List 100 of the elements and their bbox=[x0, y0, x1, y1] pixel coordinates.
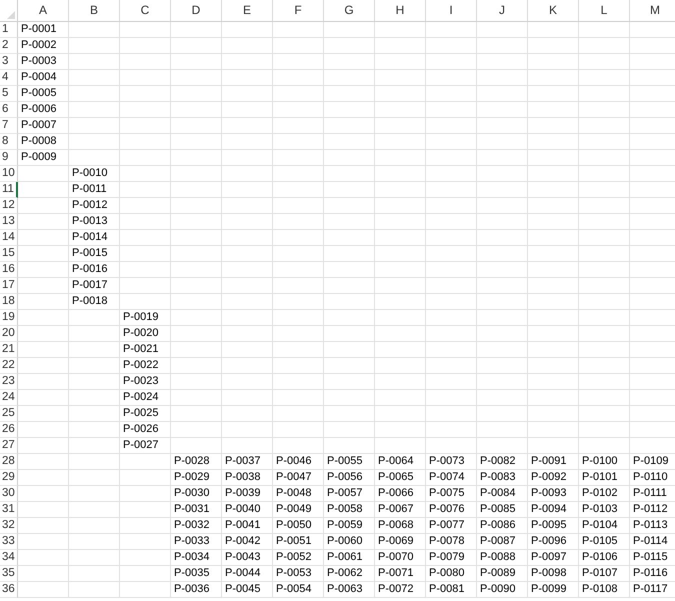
row-header[interactable]: 25 bbox=[0, 406, 18, 422]
row-header[interactable]: 24 bbox=[0, 390, 18, 406]
row-header[interactable]: 19 bbox=[0, 310, 18, 326]
row-header[interactable]: 11 bbox=[0, 182, 18, 198]
row-header[interactable]: 6 bbox=[0, 102, 18, 118]
row-header[interactable]: 12 bbox=[0, 198, 18, 214]
cell-value: P-0042 bbox=[225, 535, 260, 547]
row-header[interactable]: 14 bbox=[0, 230, 18, 246]
row-header[interactable]: 13 bbox=[0, 214, 18, 230]
row-header[interactable]: 31 bbox=[0, 502, 18, 518]
cell-value: P-0081 bbox=[429, 583, 464, 595]
cell-value: P-0028 bbox=[174, 455, 210, 467]
cell-value: P-0061 bbox=[327, 551, 362, 563]
cell-value: P-0019 bbox=[123, 311, 158, 323]
cell-value: P-0099 bbox=[531, 583, 566, 595]
column-header[interactable]: A bbox=[18, 0, 69, 21]
column-header[interactable]: I bbox=[426, 0, 477, 21]
cell-value: P-0095 bbox=[531, 519, 566, 531]
row-header[interactable]: 4 bbox=[0, 70, 18, 86]
cell-value: P-0002 bbox=[21, 39, 56, 51]
cell-value: P-0111 bbox=[633, 487, 667, 499]
cell-value: P-0080 bbox=[429, 567, 464, 579]
cell-value: P-0056 bbox=[327, 471, 362, 483]
row-header[interactable]: 5 bbox=[0, 86, 18, 102]
cell-value: P-0084 bbox=[480, 487, 516, 499]
column-header[interactable]: F bbox=[273, 0, 324, 21]
row-header[interactable]: 20 bbox=[0, 326, 18, 342]
cell-value: P-0078 bbox=[429, 535, 464, 547]
cell-value: P-0064 bbox=[378, 455, 414, 467]
cell-value: P-0069 bbox=[378, 535, 414, 547]
cell-value: P-0068 bbox=[378, 519, 414, 531]
row-header[interactable]: 17 bbox=[0, 278, 18, 294]
row-header[interactable]: 36 bbox=[0, 582, 18, 598]
row-header[interactable]: 10 bbox=[0, 166, 18, 182]
cell-value: P-0032 bbox=[174, 519, 210, 531]
column-header[interactable]: C bbox=[120, 0, 171, 21]
cell-value: P-0043 bbox=[225, 551, 260, 563]
row-header[interactable]: 18 bbox=[0, 294, 18, 310]
row-header[interactable]: 28 bbox=[0, 454, 18, 470]
cell-value: P-0009 bbox=[21, 151, 56, 163]
row-header[interactable]: 16 bbox=[0, 262, 18, 278]
cell-value: P-0100 bbox=[582, 455, 618, 467]
column-header[interactable]: M bbox=[630, 0, 675, 21]
cell-value: P-0016 bbox=[72, 263, 108, 275]
cell-value: P-0107 bbox=[582, 567, 618, 579]
row-header[interactable]: 35 bbox=[0, 566, 18, 582]
cell-value: P-0033 bbox=[174, 535, 210, 547]
cell-value: P-0049 bbox=[276, 503, 312, 515]
cell-value: P-0027 bbox=[123, 439, 158, 451]
cell-value: P-0029 bbox=[174, 471, 210, 483]
row-header[interactable]: 1 bbox=[0, 22, 18, 38]
row-header[interactable]: 2 bbox=[0, 38, 18, 54]
cell-value: P-0060 bbox=[327, 535, 362, 547]
column-header[interactable]: B bbox=[69, 0, 120, 21]
column-header[interactable]: J bbox=[477, 0, 528, 21]
cell-value: P-0005 bbox=[21, 87, 56, 99]
cell-value: P-0034 bbox=[174, 551, 210, 563]
cell-value: P-0067 bbox=[378, 503, 414, 515]
cell-value: P-0026 bbox=[123, 423, 158, 435]
cell-value: P-0046 bbox=[276, 455, 312, 467]
row-header[interactable]: 33 bbox=[0, 534, 18, 550]
cell-value: P-0013 bbox=[72, 215, 108, 227]
cell-value: P-0109 bbox=[633, 455, 668, 467]
cell-value: P-0017 bbox=[72, 279, 108, 291]
cell-value: P-0014 bbox=[72, 231, 108, 243]
row-header[interactable]: 7 bbox=[0, 118, 18, 134]
cell-value: P-0096 bbox=[531, 535, 566, 547]
row-header[interactable]: 9 bbox=[0, 150, 18, 166]
row-header[interactable]: 22 bbox=[0, 358, 18, 374]
column-header[interactable]: D bbox=[171, 0, 222, 21]
row-header[interactable]: 3 bbox=[0, 54, 18, 70]
row-header[interactable]: 32 bbox=[0, 518, 18, 534]
cell-value: P-0003 bbox=[21, 55, 56, 67]
row-header[interactable]: 34 bbox=[0, 550, 18, 566]
column-header[interactable]: L bbox=[579, 0, 630, 21]
row-header[interactable]: 8 bbox=[0, 134, 18, 150]
cell-value: P-0104 bbox=[582, 519, 618, 531]
row-header[interactable]: 23 bbox=[0, 374, 18, 390]
column-header[interactable]: E bbox=[222, 0, 273, 21]
cell-value: P-0004 bbox=[21, 71, 56, 83]
cell-value: P-0115 bbox=[633, 551, 668, 563]
cell-value: P-0058 bbox=[327, 503, 362, 515]
cell-value: P-0006 bbox=[21, 103, 56, 115]
cell-value: P-0065 bbox=[378, 471, 414, 483]
cell-value: P-0106 bbox=[582, 551, 618, 563]
column-header[interactable]: K bbox=[528, 0, 579, 21]
cell-value: P-0010 bbox=[72, 167, 108, 179]
row-header[interactable]: 29 bbox=[0, 470, 18, 486]
row-header[interactable]: 27 bbox=[0, 438, 18, 454]
cell-value: P-0105 bbox=[582, 535, 618, 547]
row-header[interactable]: 26 bbox=[0, 422, 18, 438]
row-header[interactable]: 30 bbox=[0, 486, 18, 502]
cell-value: P-0050 bbox=[276, 519, 312, 531]
cell-value: P-0022 bbox=[123, 359, 158, 371]
cell-value: P-0077 bbox=[429, 519, 464, 531]
row-header[interactable]: 21 bbox=[0, 342, 18, 358]
column-header[interactable]: H bbox=[375, 0, 426, 21]
column-header[interactable]: G bbox=[324, 0, 375, 21]
row-header[interactable]: 15 bbox=[0, 246, 18, 262]
cell-value: P-0087 bbox=[480, 535, 516, 547]
